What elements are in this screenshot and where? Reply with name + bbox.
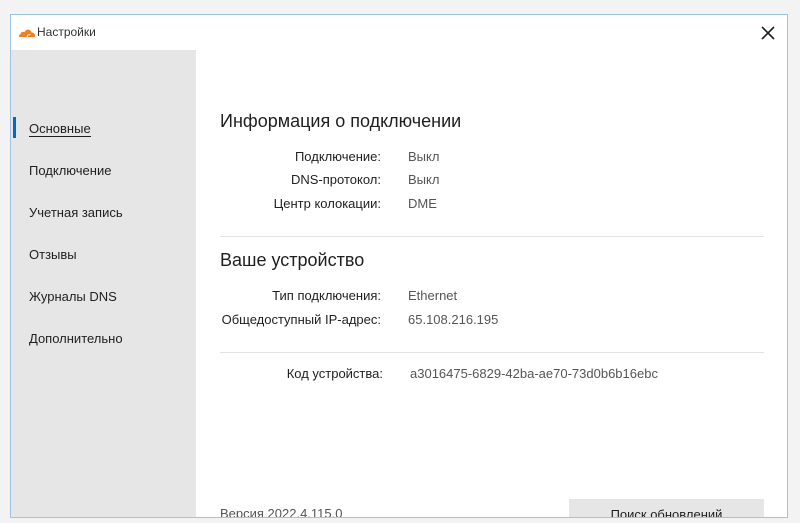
device-title: Ваше устройство [220, 250, 365, 270]
connection-status-label: Подключение: [294, 149, 381, 164]
sidebar-item-connection[interactable]: Подключение [29, 163, 111, 179]
sidebar: Основные Подключение Учетная запись Отзы… [11, 50, 196, 517]
device-id-row: Код устройства: a3016475-6829-42ba-ae70-… [196, 365, 756, 383]
dns-protocol-value: Выкл [408, 172, 440, 187]
main-panel: Информация о подключении Подключение: Вы… [196, 50, 787, 518]
device-id-value[interactable]: a3016475-6829-42ba-ae70-73d0b6b16ebc [410, 365, 658, 383]
sidebar-item-general[interactable]: Основные [29, 121, 91, 137]
connection-type-value: Ethernet [408, 288, 458, 303]
colocation-center-value: DME [408, 196, 437, 211]
connection-type-row: Тип подключения: Ethernet [196, 287, 756, 305]
sidebar-item-account[interactable]: Учетная запись [29, 205, 123, 221]
close-button[interactable] [753, 18, 783, 48]
settings-window: Настройки Основные Подключение Учетная з… [10, 14, 788, 518]
sidebar-item-feedback[interactable]: Отзывы [29, 247, 77, 263]
public-ip-row: Общедоступный IP-адрес: 65.108.216.195 [196, 311, 756, 329]
version-text: Версия 2022.4.115.0 [220, 506, 343, 518]
connection-info-title: Информация о подключении [220, 111, 462, 131]
sidebar-item-label: Основные [29, 121, 91, 137]
sidebar-item-label: Дополнительно [29, 331, 123, 346]
section-divider [220, 236, 764, 237]
public-ip-label: Общедоступный IP-адрес: [221, 312, 381, 327]
sidebar-item-label: Учетная запись [29, 205, 123, 220]
connection-status-value: Выкл [408, 149, 440, 164]
cloud-icon [18, 29, 36, 38]
window-title: Настройки [37, 25, 96, 39]
sidebar-item-dns-logs[interactable]: Журналы DNS [29, 289, 117, 305]
active-nav-indicator [13, 117, 16, 138]
check-updates-button[interactable]: Поиск обновлений [569, 499, 764, 517]
device-id-label: Код устройства: [286, 366, 383, 381]
colocation-center-row: Центр колокации: DME [196, 195, 756, 213]
title-bar: Настройки [11, 15, 787, 50]
sidebar-item-advanced[interactable]: Дополнительно [29, 331, 123, 347]
section-divider [220, 352, 764, 353]
connection-status-row: Подключение: Выкл [196, 148, 756, 166]
sidebar-item-label: Журналы DNS [29, 289, 117, 304]
public-ip-value: 65.108.216.195 [408, 312, 499, 327]
sidebar-item-label: Отзывы [29, 247, 77, 262]
connection-type-label: Тип подключения: [272, 288, 381, 303]
dns-protocol-label: DNS-протокол: [290, 172, 381, 187]
dns-protocol-row: DNS-протокол: Выкл [196, 171, 756, 189]
close-icon [761, 26, 775, 40]
sidebar-item-label: Подключение [29, 163, 112, 178]
colocation-center-label: Центр колокации: [273, 196, 381, 211]
